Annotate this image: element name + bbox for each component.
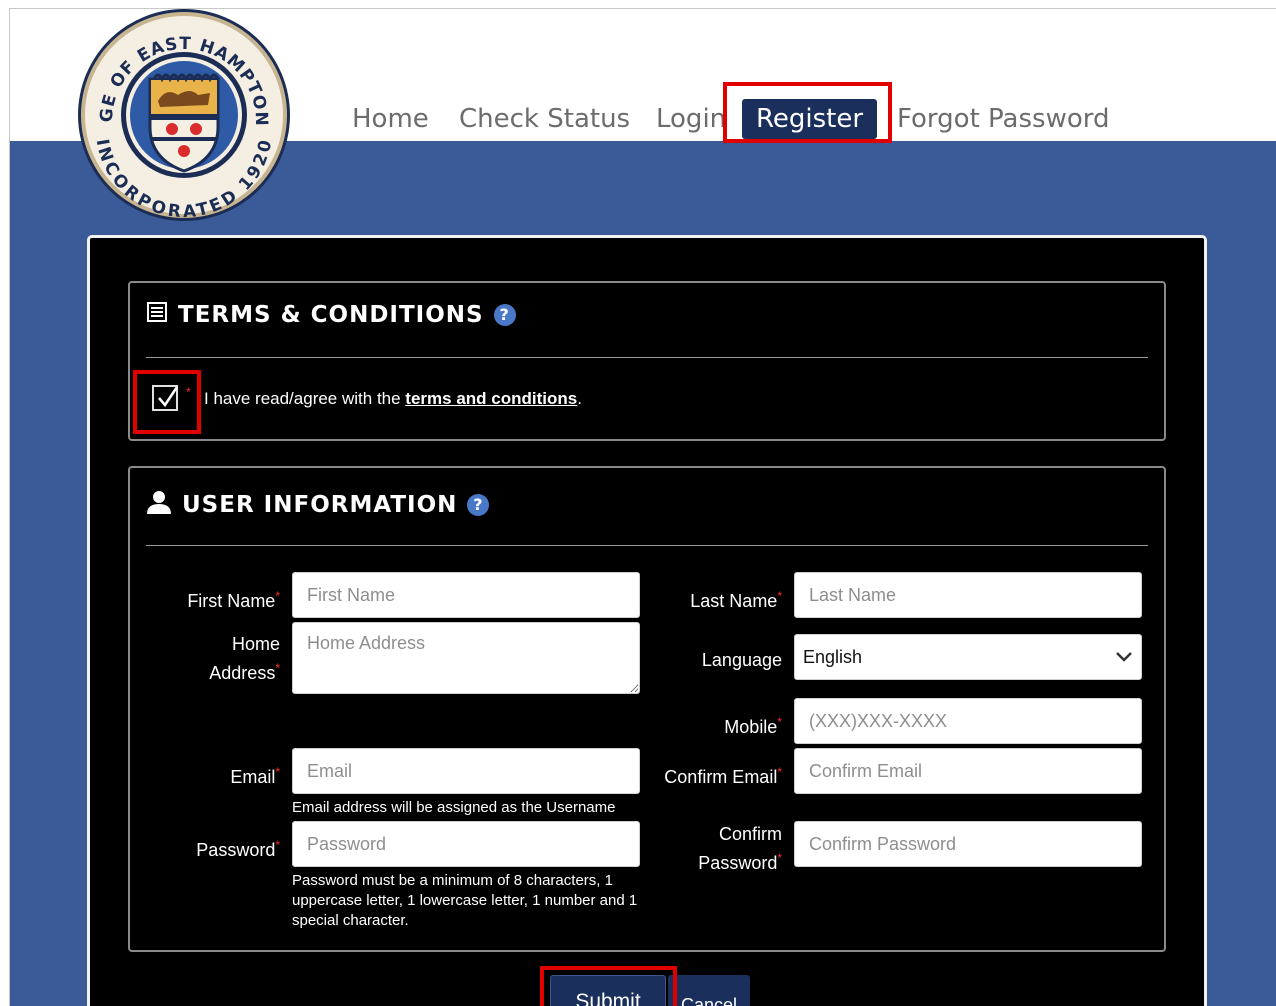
last-name-label: Last Name* <box>690 589 782 611</box>
chevron-down-icon <box>1116 652 1132 662</box>
confirm-email-label: Confirm Email* <box>664 765 782 787</box>
email-input[interactable] <box>292 748 640 794</box>
divider <box>146 545 1148 546</box>
email-hint: Email address will be assigned as the Us… <box>292 799 616 816</box>
terms-suffix: . <box>577 389 582 408</box>
first-name-input[interactable] <box>292 572 640 618</box>
nav-login[interactable]: Login <box>656 99 726 139</box>
terms-title-row: TERMS & CONDITIONS ? <box>146 301 516 329</box>
language-label: Language <box>701 650 782 670</box>
page-frame: VILLAGE OF EAST HAMPTON, N.Y. INCORPORAT… <box>9 8 1276 1006</box>
divider <box>146 357 1148 358</box>
terms-prefix: I have read/agree with the <box>204 389 406 408</box>
user-info-panel: USER INFORMATION ? First Name* HomeAddre… <box>128 466 1166 952</box>
cancel-button[interactable]: Cancel <box>668 975 750 1006</box>
confirm-email-input[interactable] <box>794 748 1142 794</box>
terms-link[interactable]: terms and conditions <box>405 389 577 408</box>
nav-register[interactable]: Register <box>742 99 878 139</box>
registration-card: TERMS & CONDITIONS ? * I have read/agree… <box>87 235 1207 1006</box>
home-address-input[interactable] <box>292 622 640 694</box>
terms-panel: TERMS & CONDITIONS ? * I have read/agree… <box>128 281 1166 441</box>
language-value: English <box>803 646 863 667</box>
terms-title: TERMS & CONDITIONS <box>178 302 484 328</box>
help-icon[interactable]: ? <box>493 304 516 326</box>
required-marker: * <box>186 385 191 399</box>
mobile-label: Mobile* <box>724 715 782 737</box>
password-hint: Password must be a minimum of 8 characte… <box>292 872 638 929</box>
confirm-password-label: Confirm Password* <box>698 824 782 873</box>
language-select[interactable]: English <box>794 634 1142 680</box>
user-info-title: USER INFORMATION <box>182 492 458 518</box>
email-label: Email* <box>230 765 280 787</box>
nav-forgot-password[interactable]: Forgot Password <box>897 99 1109 139</box>
help-icon[interactable]: ? <box>467 494 490 516</box>
nav-home[interactable]: Home <box>352 99 429 139</box>
last-name-input[interactable] <box>794 572 1142 618</box>
terms-checkbox[interactable] <box>152 385 179 411</box>
nav-check-status[interactable]: Check Status <box>459 99 630 139</box>
terms-agree-text: I have read/agree with the terms and con… <box>204 389 582 409</box>
list-icon <box>146 301 168 329</box>
checkmark-icon <box>158 386 179 408</box>
confirm-password-input[interactable] <box>794 821 1142 867</box>
submit-button[interactable]: Submit <box>550 975 666 1006</box>
user-icon <box>146 490 172 520</box>
user-title-row: USER INFORMATION ? <box>146 490 490 520</box>
mobile-input[interactable] <box>794 698 1142 744</box>
password-label: Password* <box>196 838 280 860</box>
terms-agree-row: * I have read/agree with the terms and c… <box>130 379 1164 419</box>
village-seal-logo[interactable]: VILLAGE OF EAST HAMPTON, N.Y. INCORPORAT… <box>66 9 292 222</box>
home-address-label: Home Address* <box>209 634 280 683</box>
first-name-label: First Name* <box>187 589 280 611</box>
password-input[interactable] <box>292 821 640 867</box>
